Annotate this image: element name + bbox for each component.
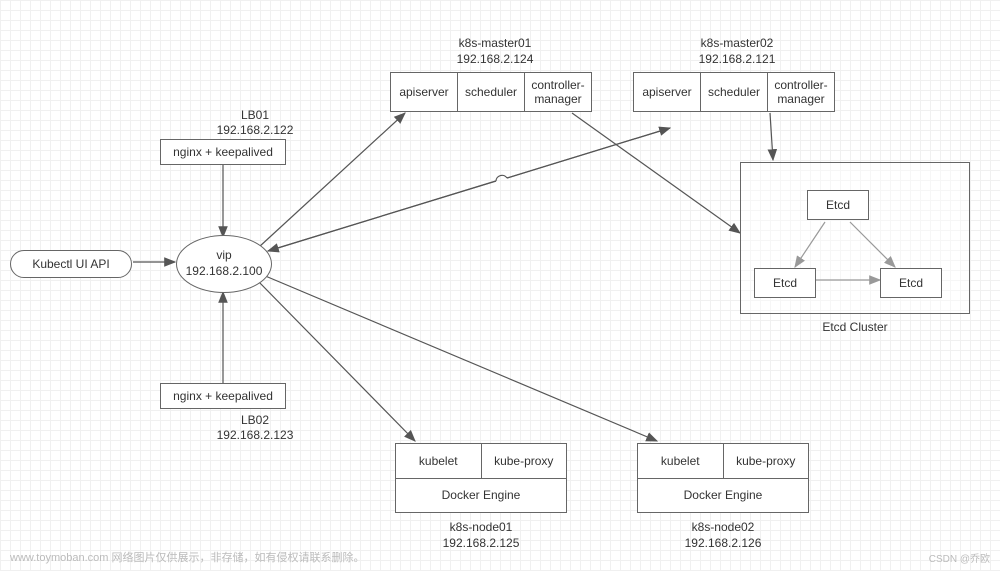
master02-scheduler: scheduler <box>701 73 768 111</box>
lb01-box: nginx + keepalived <box>160 139 286 165</box>
lb02-box: nginx + keepalived <box>160 383 286 409</box>
lb02-ip: 192.168.2.123 <box>195 428 315 442</box>
lb02-title: LB02 <box>195 413 315 427</box>
etcd-top-label: Etcd <box>826 198 850 212</box>
lb02-box-label: nginx + keepalived <box>173 389 273 403</box>
node01-engine: Docker Engine <box>396 478 566 512</box>
master01-controller-manager: controller-manager <box>525 73 591 111</box>
etcd-cluster-label: Etcd Cluster <box>740 320 970 334</box>
lb01-box-label: nginx + keepalived <box>173 145 273 159</box>
vip-node: vip 192.168.2.100 <box>176 235 272 293</box>
master02-controller-manager: controller-manager <box>768 73 834 111</box>
credit-label: CSDN @乔欧 <box>929 550 990 565</box>
node01-table: kubelet kube-proxy Docker Engine <box>395 443 567 513</box>
node01-kubelet: kubelet <box>396 444 482 478</box>
master01-title: k8s-master01 <box>395 36 595 50</box>
etcd-right-label: Etcd <box>899 276 923 290</box>
master02-table: apiserver scheduler controller-manager <box>633 72 835 112</box>
vip-ip: 192.168.2.100 <box>186 264 263 280</box>
etcd-right: Etcd <box>880 268 942 298</box>
lb01-title: LB01 <box>195 108 315 122</box>
node02-kubelet: kubelet <box>638 444 724 478</box>
master01-apiserver: apiserver <box>391 73 458 111</box>
master01-table: apiserver scheduler controller-manager <box>390 72 592 112</box>
node01-ip: 192.168.2.125 <box>395 536 567 550</box>
node01-title: k8s-node01 <box>395 520 567 534</box>
etcd-left-label: Etcd <box>773 276 797 290</box>
lb01-ip: 192.168.2.122 <box>195 123 315 137</box>
footer-disclaimer: www.toymoban.com 网络图片仅供展示，非存储，如有侵权请联系删除。 <box>10 549 364 565</box>
etcd-left: Etcd <box>754 268 816 298</box>
etcd-top: Etcd <box>807 190 869 220</box>
master02-apiserver: apiserver <box>634 73 701 111</box>
kubectl-node: Kubectl UI API <box>10 250 132 278</box>
kubectl-label: Kubectl UI API <box>32 257 109 271</box>
node01-kube-proxy: kube-proxy <box>482 444 567 478</box>
master01-scheduler: scheduler <box>458 73 525 111</box>
master02-title: k8s-master02 <box>637 36 837 50</box>
node02-engine: Docker Engine <box>638 478 808 512</box>
master01-ip: 192.168.2.124 <box>395 52 595 66</box>
node02-table: kubelet kube-proxy Docker Engine <box>637 443 809 513</box>
vip-title: vip <box>216 248 231 264</box>
master02-ip: 192.168.2.121 <box>637 52 837 66</box>
node02-title: k8s-node02 <box>637 520 809 534</box>
node02-kube-proxy: kube-proxy <box>724 444 809 478</box>
node02-ip: 192.168.2.126 <box>637 536 809 550</box>
